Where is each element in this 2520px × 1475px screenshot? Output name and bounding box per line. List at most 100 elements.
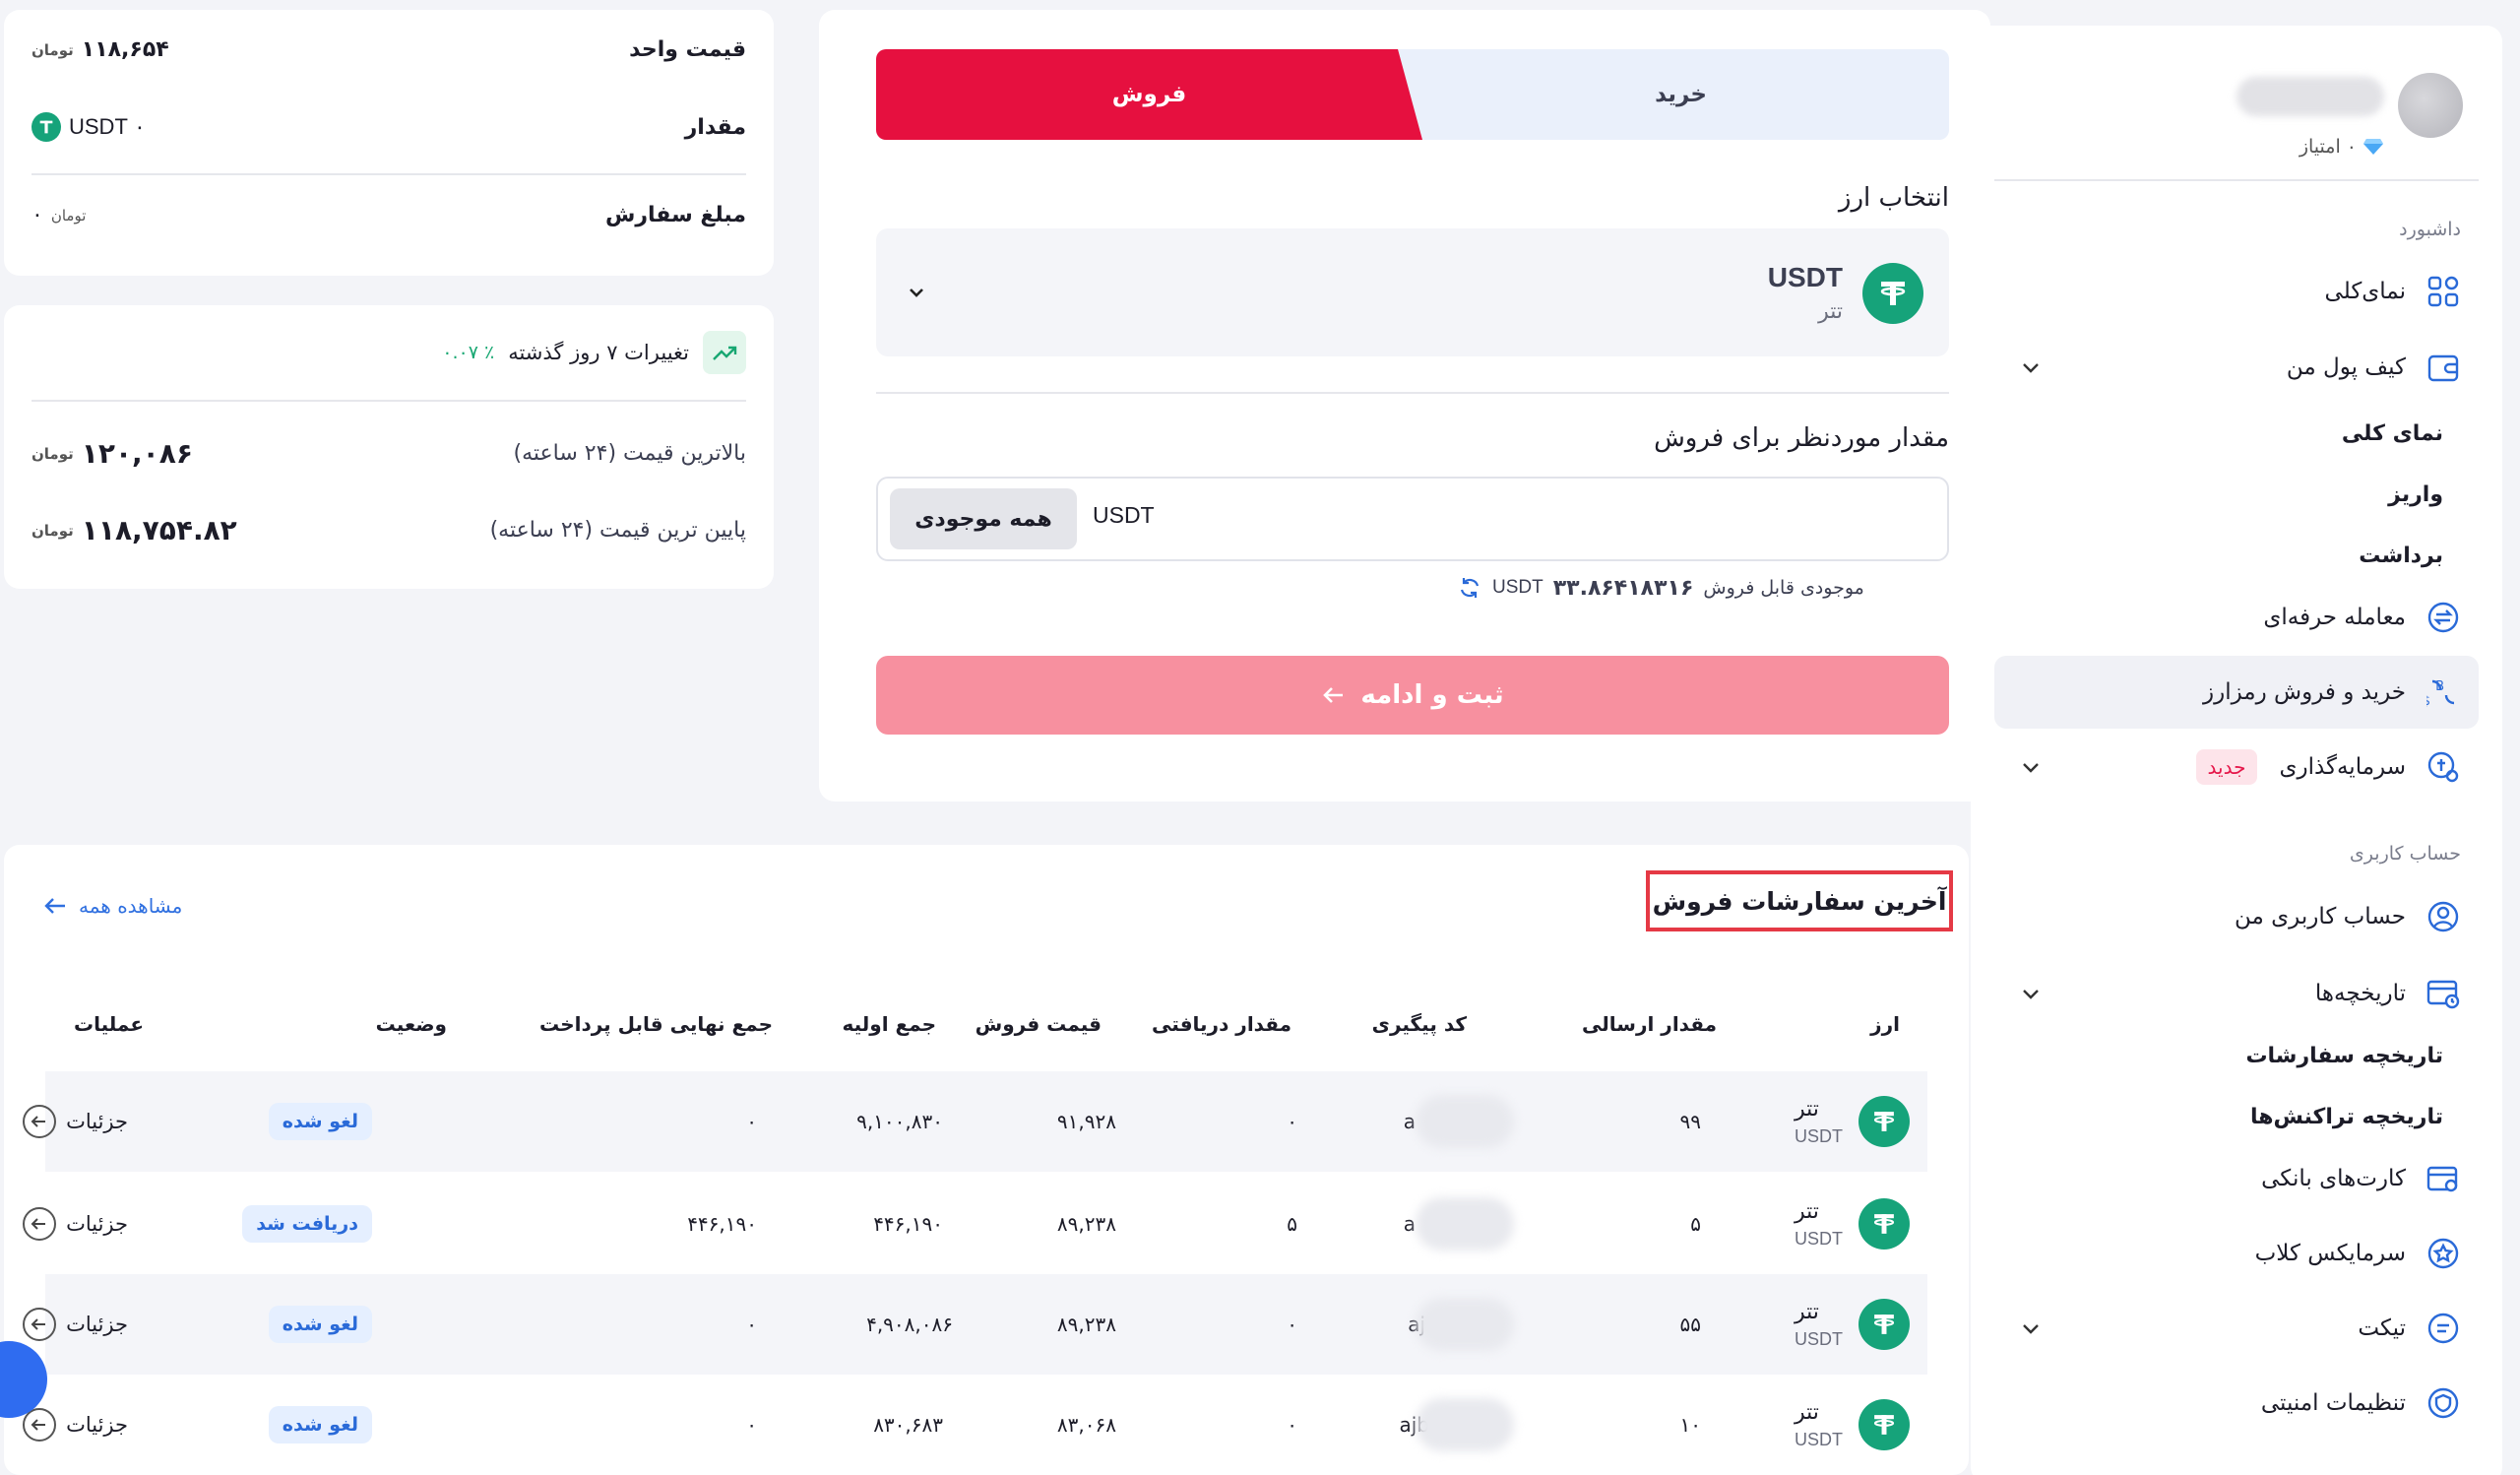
arrow-left-circle-icon	[23, 1207, 57, 1241]
sidebar-item-label: تاریخچه‌ها	[2314, 981, 2406, 1006]
chevron-down-icon[interactable]	[2018, 1315, 2044, 1341]
low-price-label: پایین ترین قیمت (۲۴ ساعته)	[489, 518, 746, 543]
amount-value: ۰ USDT	[69, 114, 146, 139]
user-name-blurred	[2236, 77, 2384, 116]
high-price-value: ۱۲۰,۰۸۶	[81, 437, 193, 470]
trade-form: خرید فروش انتخاب ارز USDT تتر مقدار مورد…	[819, 10, 1990, 802]
sidebar-sub-tx-history[interactable]: تاریخچه تراکنش‌ها	[2250, 1105, 2443, 1129]
user-profile[interactable]: ۰ امتیاز	[2000, 65, 2463, 173]
divider	[32, 400, 746, 402]
coin-cell: تتر USDT	[1795, 1071, 1910, 1172]
received-amount: ۰	[1287, 1110, 1297, 1133]
divider	[32, 173, 746, 175]
exchange-circle-icon	[2426, 600, 2461, 635]
tracking-code-blurred	[1416, 1398, 1514, 1451]
sidebar-sub-order-history[interactable]: تاریخچه سفارشات	[2245, 1044, 2443, 1068]
col-header-status: وضعیت	[375, 1012, 447, 1036]
sidebar-sub-withdraw[interactable]: برداشت	[2359, 544, 2443, 568]
submit-button[interactable]: ثبت و ادامه	[876, 656, 1949, 735]
final-total: ۴۴۶,۱۹۰	[687, 1212, 757, 1236]
sidebar-item-label: سرمایکس کلاب	[2254, 1241, 2406, 1266]
status-badge: لغو شده	[268, 1306, 372, 1343]
coin-cell: تتر USDT	[1795, 1174, 1910, 1274]
points-label: ۰ امتیاز	[2299, 136, 2357, 158]
available-unit: USDT	[1492, 577, 1544, 598]
arrow-left-circle-icon	[23, 1308, 57, 1341]
coin-cell: تتر USDT	[1795, 1375, 1910, 1475]
toman-label: تومان	[50, 206, 87, 224]
all-balance-button[interactable]: همه موجودی	[890, 488, 1077, 549]
table-row: تترUSDT ۵۵ aj ۰ ۸۹,۲۳۸ ۴,۹۰۸,۰۸۶ ۰ لغو ش…	[23, 1274, 1927, 1375]
bank-card-icon	[2426, 1161, 2461, 1196]
amount-input[interactable]: USDT همه موجودی	[876, 477, 1949, 561]
col-header-final: جمع نهایی قابل پرداخت	[539, 1012, 773, 1036]
sidebar-item-ticket[interactable]: تیکت	[1994, 1292, 2479, 1365]
order-amount: تومان ۰	[32, 203, 86, 227]
chevron-down-icon[interactable]	[2018, 754, 2044, 780]
coin-select[interactable]: USDT تتر	[876, 228, 1949, 356]
tracking-code-blurred	[1416, 1095, 1514, 1148]
amount-display: ۰ USDT	[32, 112, 146, 142]
low-price-value: ۱۱۸,۷۵۴.۸۲	[81, 514, 237, 546]
sidebar-item-label: تنظیمات امنیتی	[2260, 1390, 2406, 1416]
col-header-actions: عملیات	[73, 1012, 144, 1036]
chevron-down-icon[interactable]	[2018, 981, 2044, 1006]
available-label: موجودی قابل فروش	[1703, 577, 1864, 599]
sidebar-item-investment[interactable]: سرمایه‌گذاری جدید	[1994, 731, 2479, 803]
see-all-link[interactable]: مشاهده همه	[43, 894, 182, 918]
sidebar-item-buy-sell[interactable]: B$ خرید و فروش رمزارز	[1994, 656, 2479, 729]
sidebar-item-histories[interactable]: تاریخچه‌ها	[1994, 957, 2479, 1030]
new-badge: جدید	[2195, 749, 2258, 785]
sidebar-item-bank-cards[interactable]: کارت‌های بانکی	[1994, 1142, 2479, 1215]
sidebar: ۰ امتیاز داشبورد نمای‌کلی کیف پول من نما…	[1971, 26, 2502, 1475]
tab-buy[interactable]: خرید	[1413, 49, 1949, 140]
col-header-code: کد پیگیری	[1371, 1012, 1467, 1036]
svg-text:B: B	[2435, 679, 2444, 694]
chevron-down-icon[interactable]	[2018, 354, 2044, 380]
tab-sell[interactable]: فروش	[876, 49, 1422, 140]
received-amount: ۰	[1287, 1413, 1297, 1437]
sidebar-item-pro-trade[interactable]: معامله حرفه‌ای	[1994, 581, 2479, 654]
sidebar-item-security[interactable]: تنظیمات امنیتی	[1994, 1367, 2479, 1440]
details-link[interactable]: جزئیات	[23, 1071, 128, 1172]
coin-symbol: USDT	[1767, 262, 1843, 292]
section-dashboard: داشبورد	[2399, 219, 2461, 240]
details-label: جزئیات	[66, 1110, 128, 1133]
initial-total: ۸۳۰,۶۸۳	[873, 1413, 943, 1437]
tracking-code: a	[1403, 1212, 1416, 1236]
amount-label: مقدار	[684, 114, 746, 140]
sidebar-sub-wallet-overview[interactable]: نمای کلی	[2342, 421, 2443, 446]
sell-price: ۸۹,۲۳۸	[1056, 1212, 1116, 1236]
coin-symbol: USDT	[1795, 1228, 1843, 1249]
sidebar-item-my-account[interactable]: حساب کاربری من	[1994, 880, 2479, 953]
status-badge: لغو شده	[268, 1406, 372, 1443]
unit-price: ۱۱۸,۶۵۴ تومان	[32, 37, 169, 62]
chevron-down-icon[interactable]	[904, 280, 929, 305]
sell-price: ۹۱,۹۲۸	[1056, 1110, 1116, 1133]
details-link[interactable]: جزئیات	[23, 1174, 128, 1274]
crypto-swap-icon: B$	[2426, 674, 2461, 710]
orders-title: آخرین سفارشات فروش	[1646, 870, 1953, 931]
toman-label: تومان	[32, 444, 74, 463]
avatar[interactable]	[2398, 73, 2463, 138]
svg-text:$: $	[2426, 694, 2430, 709]
sidebar-item-overview[interactable]: نمای‌کلی	[1994, 255, 2479, 328]
low-price: ۱۱۸,۷۵۴.۸۲ تومان	[32, 514, 237, 546]
table-row: تتر USDT ۱۰ ajb ۰ ۸۳,۰۶۸ ۸۳۰,۶۸۳ ۰ لغو شد…	[23, 1375, 1927, 1475]
high-price: ۱۲۰,۰۸۶ تومان	[32, 437, 193, 470]
table-row: تتر USDT ۹۹ a ۰ ۹۱,۹۲۸ ۹,۱۰۰,۸۳۰ ۰ لغو شد…	[23, 1071, 1927, 1172]
sell-price: ۸۹,۲۳۸	[1056, 1313, 1116, 1336]
refresh-icon[interactable]	[1457, 575, 1482, 601]
sidebar-item-label: حساب کاربری من	[2234, 904, 2406, 930]
initial-total: ۴,۹۰۸,۰۸۶	[866, 1313, 953, 1336]
sidebar-item-wallet[interactable]: کیف پول من	[1994, 331, 2479, 404]
star-badge-icon	[2426, 1236, 2461, 1271]
sidebar-item-club[interactable]: سرمایکس کلاب	[1994, 1217, 2479, 1290]
toman-label: تومان	[32, 521, 74, 540]
sidebar-item-label: خرید و فروش رمزارز	[2202, 679, 2406, 705]
changes-percent: ٪ ۰.۰۷	[442, 342, 495, 363]
user-points: ۰ امتیاز	[2300, 136, 2384, 158]
recent-sell-orders: آخرین سفارشات فروش مشاهده همه ارز مقدار …	[4, 845, 1969, 1475]
sidebar-sub-deposit[interactable]: واریز	[2388, 482, 2443, 507]
received-amount: ۰	[1287, 1313, 1297, 1336]
